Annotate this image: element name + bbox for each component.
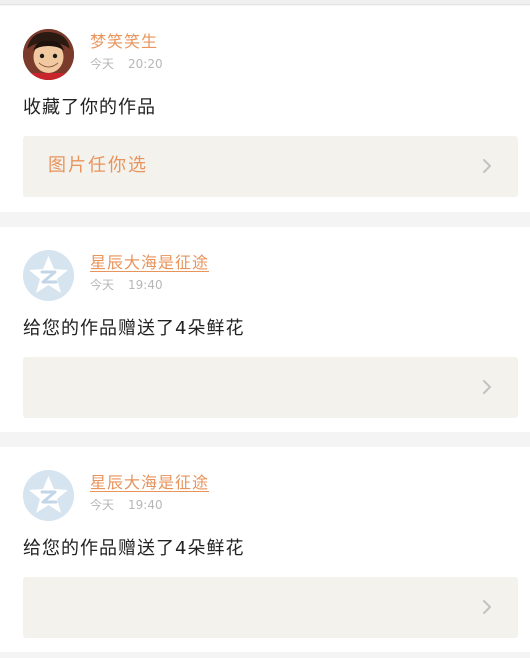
attachment-link[interactable] — [23, 577, 518, 638]
time-value: 19:40 — [128, 498, 163, 512]
date-word: 今天 — [90, 498, 115, 512]
luffy-avatar-icon — [23, 29, 74, 80]
avatar[interactable] — [23, 29, 74, 80]
notification-card: 星辰大海是征途 今天 19:40 给您的作品赠送了4朵鲜花 — [0, 447, 530, 652]
chevron-right-icon — [483, 159, 491, 173]
timestamp: 今天 19:40 — [90, 277, 163, 293]
notification-message: 给您的作品赠送了4朵鲜花 — [23, 538, 245, 559]
username-link[interactable]: 星辰大海是征途 — [90, 253, 209, 273]
notification-message: 给您的作品赠送了4朵鲜花 — [23, 318, 245, 339]
date-word: 今天 — [90, 278, 115, 292]
time-value: 20:20 — [128, 57, 163, 71]
timestamp: 今天 19:40 — [90, 497, 163, 513]
attachment-link[interactable]: 图片任你选 — [23, 136, 518, 197]
chevron-right-icon — [483, 600, 491, 614]
attachment-title: 图片任你选 — [48, 155, 148, 176]
username-link[interactable]: 梦笑笑生 — [90, 32, 158, 52]
notification-message: 收藏了你的作品 — [23, 97, 156, 118]
default-qzone-avatar-icon — [23, 470, 74, 521]
username-link[interactable]: 星辰大海是征途 — [90, 473, 209, 493]
avatar[interactable] — [23, 250, 74, 301]
chevron-right-icon — [483, 380, 491, 394]
time-value: 19:40 — [128, 278, 163, 292]
notification-card: 星辰大海是征途 今天 19:40 给您的作品赠送了4朵鲜花 — [0, 227, 530, 432]
attachment-link[interactable] — [23, 357, 518, 418]
top-divider — [0, 0, 530, 5]
date-word: 今天 — [90, 57, 115, 71]
avatar[interactable] — [23, 470, 74, 521]
timestamp: 今天 20:20 — [90, 56, 163, 72]
default-qzone-avatar-icon — [23, 250, 74, 301]
notification-card: 梦笑笑生 今天 20:20 收藏了你的作品 图片任你选 — [0, 6, 530, 212]
